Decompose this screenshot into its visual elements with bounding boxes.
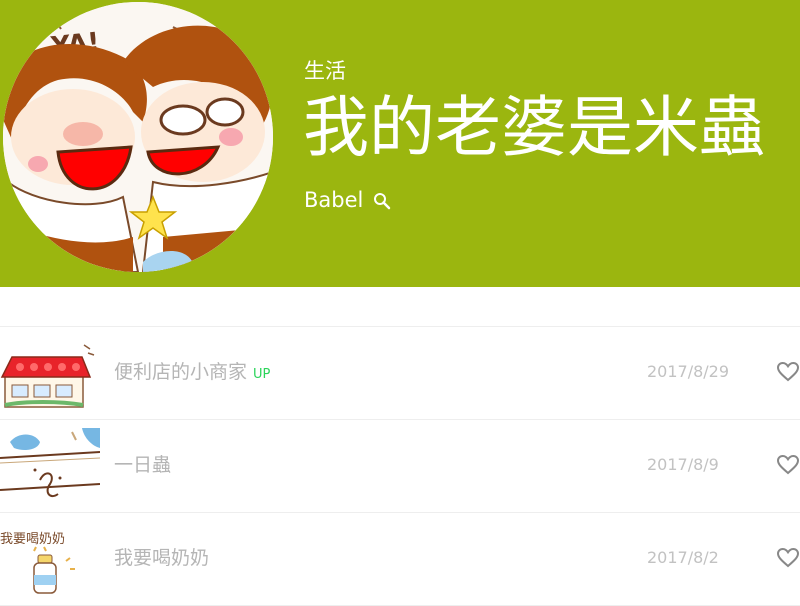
cover-illustration: YA! [3,2,273,272]
up-badge: UP [253,367,271,382]
search-icon[interactable] [373,191,391,210]
heart-icon[interactable] [776,454,800,475]
episode-list: 便利店的小商家 UP 2017/8/29 一日蟲 2017/8/9 我要喝奶奶 … [0,327,800,606]
author-link[interactable]: Babel [304,186,391,214]
episode-title: 我要喝奶奶 [114,547,210,569]
genre-label: 生活 [304,59,346,83]
episode-row[interactable]: 便利店的小商家 UP 2017/8/29 [0,327,800,420]
episode-thumbnail [0,335,100,415]
author-name: Babel [304,188,364,212]
episode-date: 2017/8/2 [647,548,719,567]
heart-icon[interactable] [776,361,800,382]
series-cover-avatar: YA! [3,2,273,272]
episode-date: 2017/8/9 [647,455,719,474]
episode-title: 一日蟲 [114,454,172,476]
episode-row[interactable]: 我要喝奶奶 我要喝奶奶 2017/8/2 [0,513,800,606]
episode-title: 便利店的小商家 [114,361,248,383]
series-title: 我的老婆是米蟲 [303,89,765,166]
series-header: YA! [0,0,800,287]
episode-thumbnail [0,428,100,508]
episode-date: 2017/8/29 [647,362,730,381]
heart-icon[interactable] [776,547,800,568]
svg-text:我要喝奶奶: 我要喝奶奶 [0,532,65,547]
episode-thumbnail: 我要喝奶奶 [0,521,100,601]
episode-row[interactable]: 一日蟲 2017/8/9 [0,420,800,513]
